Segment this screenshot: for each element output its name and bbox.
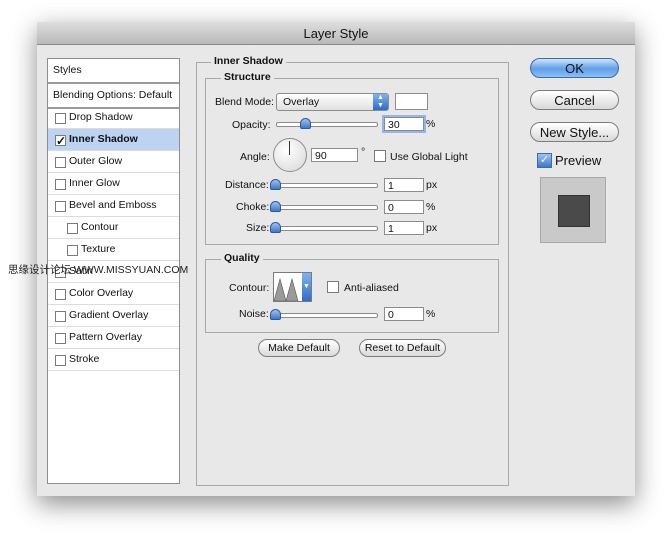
reset-to-default-button[interactable]: Reset to Default [359, 339, 446, 357]
opacity-label: Opacity: [232, 119, 271, 131]
structure-title: Structure [221, 71, 274, 83]
style-item-label: Outer Glow [69, 155, 123, 167]
style-item-label: Inner Shadow [69, 133, 138, 145]
styles-header-label: Styles [53, 64, 82, 76]
size-slider[interactable] [273, 226, 378, 231]
opacity-unit: % [426, 118, 436, 130]
style-item-stroke[interactable]: Stroke [48, 349, 179, 371]
new-style-button[interactable]: New Style... [530, 122, 619, 142]
choke-input[interactable]: 0 [384, 200, 424, 214]
choke-unit: % [426, 201, 436, 213]
style-item-label: Stroke [69, 353, 100, 365]
style-item-checkbox[interactable] [55, 355, 66, 366]
preview-checkbox[interactable]: ✓ [537, 153, 552, 168]
quality-title: Quality [221, 252, 263, 264]
dialog-title: Layer Style [37, 22, 635, 45]
size-label: Size: [246, 222, 270, 234]
size-input[interactable]: 1 [384, 221, 424, 235]
style-item-checkbox[interactable] [67, 223, 78, 234]
distance-label: Distance: [225, 179, 269, 191]
style-item-checkbox[interactable] [55, 311, 66, 322]
choke-slider-thumb[interactable] [270, 201, 281, 212]
style-item-inner-glow[interactable]: Inner Glow [48, 173, 179, 195]
blending-options-item[interactable]: Blending Options: Default [48, 84, 179, 109]
style-item-label: Gradient Overlay [69, 309, 149, 321]
size-unit: px [426, 222, 438, 234]
style-item-label: Color Overlay [69, 287, 134, 299]
cancel-button[interactable]: Cancel [530, 90, 619, 110]
anti-aliased-label: Anti-aliased [344, 282, 399, 294]
shadow-color-swatch[interactable] [395, 93, 428, 110]
preview-thumbnail [540, 177, 606, 243]
style-item-label: Contour [81, 221, 119, 233]
noise-slider-thumb[interactable] [270, 309, 281, 320]
size-slider-thumb[interactable] [270, 222, 281, 233]
style-item-checkbox[interactable] [55, 157, 66, 168]
style-item-label: Drop Shadow [69, 111, 133, 123]
style-item-checkbox[interactable] [55, 333, 66, 344]
global-light-label: Use Global Light [390, 151, 468, 163]
anti-aliased-checkbox[interactable] [327, 281, 339, 293]
contour-picker[interactable]: ▼ [273, 272, 312, 303]
checkmark-icon: ✓ [56, 134, 67, 148]
watermark-text: 思缘设计论坛 WWW.MISSYUAN.COM [8, 264, 189, 276]
style-item-checkbox[interactable] [55, 289, 66, 300]
opacity-input[interactable]: 30 [384, 117, 424, 131]
angle-needle [289, 141, 290, 155]
distance-slider-thumb[interactable] [270, 179, 281, 190]
style-item-texture[interactable]: Texture [48, 239, 179, 261]
angle-unit: ° [361, 146, 366, 158]
blend-mode-select[interactable]: Overlay ▲ ▼ [276, 93, 389, 111]
make-default-button[interactable]: Make Default [258, 339, 340, 357]
preview-label: Preview [555, 153, 602, 168]
style-item-checkbox[interactable]: ✓ [55, 134, 66, 148]
style-item-drop-shadow[interactable]: Drop Shadow [48, 107, 179, 129]
style-item-checkbox[interactable] [55, 201, 66, 212]
style-item-gradient-overlay[interactable]: Gradient Overlay [48, 305, 179, 327]
choke-label: Choke: [236, 201, 270, 213]
style-item-inner-shadow[interactable]: ✓ Inner Shadow [48, 129, 179, 151]
opacity-slider-thumb[interactable] [300, 118, 311, 129]
checkmark-icon: ✓ [539, 154, 550, 166]
style-item-label: Texture [81, 243, 116, 255]
global-light-checkbox[interactable] [374, 150, 386, 162]
updown-arrows-icon: ▲ ▼ [373, 94, 388, 110]
style-item-label: Pattern Overlay [69, 331, 142, 343]
style-item-bevel-and-emboss[interactable]: Bevel and Emboss [48, 195, 179, 217]
style-item-label: Bevel and Emboss [69, 199, 157, 211]
blending-options-label: Blending Options: Default [53, 89, 173, 101]
style-item-checkbox[interactable] [67, 245, 78, 256]
style-item-checkbox[interactable] [55, 179, 66, 190]
style-item-pattern-overlay[interactable]: Pattern Overlay [48, 327, 179, 349]
preview-swatch [558, 195, 590, 227]
contour-label: Contour: [229, 282, 270, 294]
noise-label: Noise: [239, 308, 269, 320]
style-item-contour[interactable]: Contour [48, 217, 179, 239]
inner-shadow-title: Inner Shadow [211, 55, 286, 67]
angle-label: Angle: [240, 151, 270, 163]
style-item-label: Inner Glow [69, 177, 120, 189]
ok-button[interactable]: OK [530, 58, 619, 78]
opacity-slider[interactable] [276, 122, 378, 127]
angle-dial[interactable] [273, 138, 307, 172]
style-item-outer-glow[interactable]: Outer Glow [48, 151, 179, 173]
noise-slider[interactable] [273, 313, 378, 318]
contour-dropdown-arrow-icon: ▼ [302, 273, 311, 301]
distance-slider[interactable] [273, 183, 378, 188]
distance-unit: px [426, 179, 438, 191]
blend-mode-label: Blend Mode: [215, 96, 274, 108]
styles-header[interactable]: Styles [48, 59, 179, 84]
angle-input[interactable]: 90 [311, 148, 358, 162]
noise-input[interactable]: 0 [384, 307, 424, 321]
distance-input[interactable]: 1 [384, 178, 424, 192]
style-item-color-overlay[interactable]: Color Overlay [48, 283, 179, 305]
quality-group [205, 259, 499, 333]
style-item-checkbox[interactable] [55, 113, 66, 124]
blend-mode-value: Overlay [283, 96, 320, 108]
noise-unit: % [426, 308, 436, 320]
choke-slider[interactable] [273, 205, 378, 210]
